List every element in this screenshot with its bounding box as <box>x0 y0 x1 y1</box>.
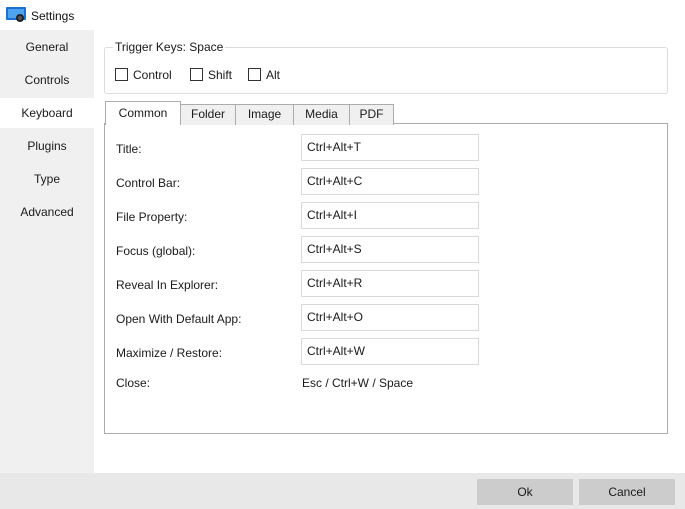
shortcut-field-maximize-restore[interactable]: Ctrl+Alt+W <box>301 338 479 365</box>
shortcut-label-file-property: File Property: <box>116 210 188 224</box>
ok-button[interactable]: Ok <box>477 479 573 505</box>
window-title: Settings <box>31 9 75 23</box>
shortcut-label-open-with-default-app: Open With Default App: <box>116 312 242 326</box>
shortcut-field-reveal-in-explorer[interactable]: Ctrl+Alt+R <box>301 270 479 297</box>
trigger-keys-group <box>104 47 668 94</box>
shortcut-label-close: Close: <box>116 376 151 390</box>
tab-common[interactable]: Common <box>105 101 181 125</box>
trigger-keys-value: Space <box>189 40 224 54</box>
shortcut-field-file-property[interactable]: Ctrl+Alt+I <box>301 202 479 229</box>
checkbox-label: Shift <box>208 68 233 82</box>
shortcut-field-open-with-default-app[interactable]: Ctrl+Alt+O <box>301 304 479 331</box>
sidebar-item-type[interactable]: Type <box>0 164 94 194</box>
checkbox-box[interactable] <box>115 68 128 81</box>
checkbox-label: Alt <box>266 68 281 82</box>
shortcut-label-reveal-in-explorer: Reveal In Explorer: <box>116 278 219 292</box>
sidebar-item-controls[interactable]: Controls <box>0 65 94 95</box>
shortcut-label-control-bar: Control Bar: <box>116 176 181 190</box>
shortcut-label-focus-global: Focus (global): <box>116 244 196 258</box>
tab-media[interactable]: Media <box>293 104 350 125</box>
cancel-button[interactable]: Cancel <box>579 479 675 505</box>
sidebar-item-advanced[interactable]: Advanced <box>0 197 94 227</box>
tab-folder[interactable]: Folder <box>180 104 236 125</box>
trigger-keys-caption: Trigger Keys: <box>115 40 186 54</box>
shortcut-label-maximize-restore: Maximize / Restore: <box>116 346 223 360</box>
shortcut-field-focus-global[interactable]: Ctrl+Alt+S <box>301 236 479 263</box>
tab-image[interactable]: Image <box>235 104 294 125</box>
trigger-keys-label: Trigger Keys: Space <box>113 40 226 54</box>
shortcut-value-close: Esc / Ctrl+W / Space <box>302 376 414 390</box>
checkbox-label: Control <box>133 68 172 82</box>
shortcut-label-title: Title: <box>116 142 142 156</box>
sidebar-item-keyboard[interactable]: Keyboard <box>0 98 94 128</box>
sidebar: General Controls Keyboard Plugins Type A… <box>0 30 94 473</box>
app-icon <box>6 7 26 22</box>
shortcut-field-control-bar[interactable]: Ctrl+Alt+C <box>301 168 479 195</box>
tab-pdf[interactable]: PDF <box>349 104 394 125</box>
sidebar-item-general[interactable]: General <box>0 32 94 62</box>
checkbox-box[interactable] <box>190 68 203 81</box>
shortcut-field-title[interactable]: Ctrl+Alt+T <box>301 134 479 161</box>
sidebar-item-plugins[interactable]: Plugins <box>0 131 94 161</box>
title-bar: Settings <box>0 0 685 30</box>
checkbox-box[interactable] <box>248 68 261 81</box>
